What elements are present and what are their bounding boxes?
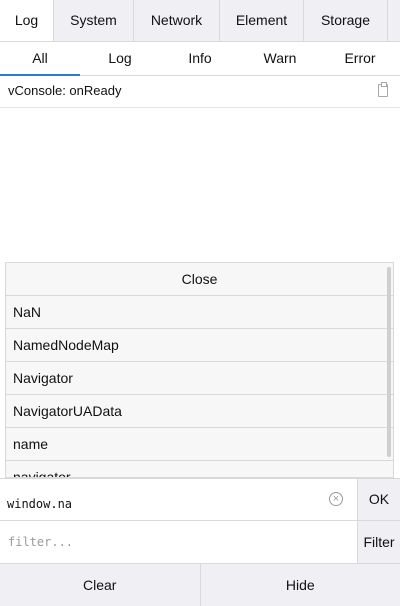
autocomplete-item[interactable]: name bbox=[6, 428, 393, 461]
autocomplete-item[interactable]: NavigatorUAData bbox=[6, 395, 393, 428]
command-input[interactable] bbox=[0, 479, 357, 520]
clear-circle-icon[interactable]: × bbox=[329, 492, 343, 506]
filter-button[interactable]: Filter bbox=[357, 521, 400, 563]
log-filter-tabs: All Log Info Warn Error bbox=[0, 42, 400, 76]
main-tab-bar: Log System Network Element Storage bbox=[0, 0, 400, 42]
autocomplete-item[interactable]: navigator bbox=[6, 461, 393, 477]
subtab-info[interactable]: Info bbox=[160, 42, 240, 75]
autocomplete-close-button[interactable]: Close bbox=[6, 263, 393, 296]
log-message: vConsole: onReady bbox=[8, 83, 122, 98]
subtab-error[interactable]: Error bbox=[320, 42, 400, 75]
autocomplete-scrollbar[interactable] bbox=[387, 267, 391, 457]
tab-log[interactable]: Log bbox=[0, 0, 54, 41]
bottom-toolbar: Clear Hide bbox=[0, 564, 400, 606]
filter-input[interactable] bbox=[0, 521, 357, 563]
autocomplete-item[interactable]: Navigator bbox=[6, 362, 393, 395]
autocomplete-panel: Close NaN NamedNodeMap Navigator Navigat… bbox=[5, 262, 394, 478]
hide-button[interactable]: Hide bbox=[199, 564, 400, 606]
tab-network[interactable]: Network bbox=[134, 0, 220, 41]
subtab-warn[interactable]: Warn bbox=[240, 42, 320, 75]
tab-system[interactable]: System bbox=[54, 0, 134, 41]
command-row: × OK bbox=[0, 478, 400, 521]
log-line: vConsole: onReady bbox=[0, 76, 400, 108]
tab-storage[interactable]: Storage bbox=[304, 0, 388, 41]
autocomplete-item[interactable]: NamedNodeMap bbox=[6, 329, 393, 362]
subtab-all[interactable]: All bbox=[0, 42, 80, 76]
tab-bar-spacer bbox=[388, 0, 400, 41]
subtab-log[interactable]: Log bbox=[80, 42, 160, 75]
clipboard-icon[interactable] bbox=[378, 82, 388, 97]
filter-row: Filter bbox=[0, 521, 400, 564]
autocomplete-item[interactable]: NaN bbox=[6, 296, 393, 329]
clear-button[interactable]: Clear bbox=[0, 564, 200, 606]
tab-element[interactable]: Element bbox=[220, 0, 304, 41]
ok-button[interactable]: OK bbox=[357, 479, 400, 520]
